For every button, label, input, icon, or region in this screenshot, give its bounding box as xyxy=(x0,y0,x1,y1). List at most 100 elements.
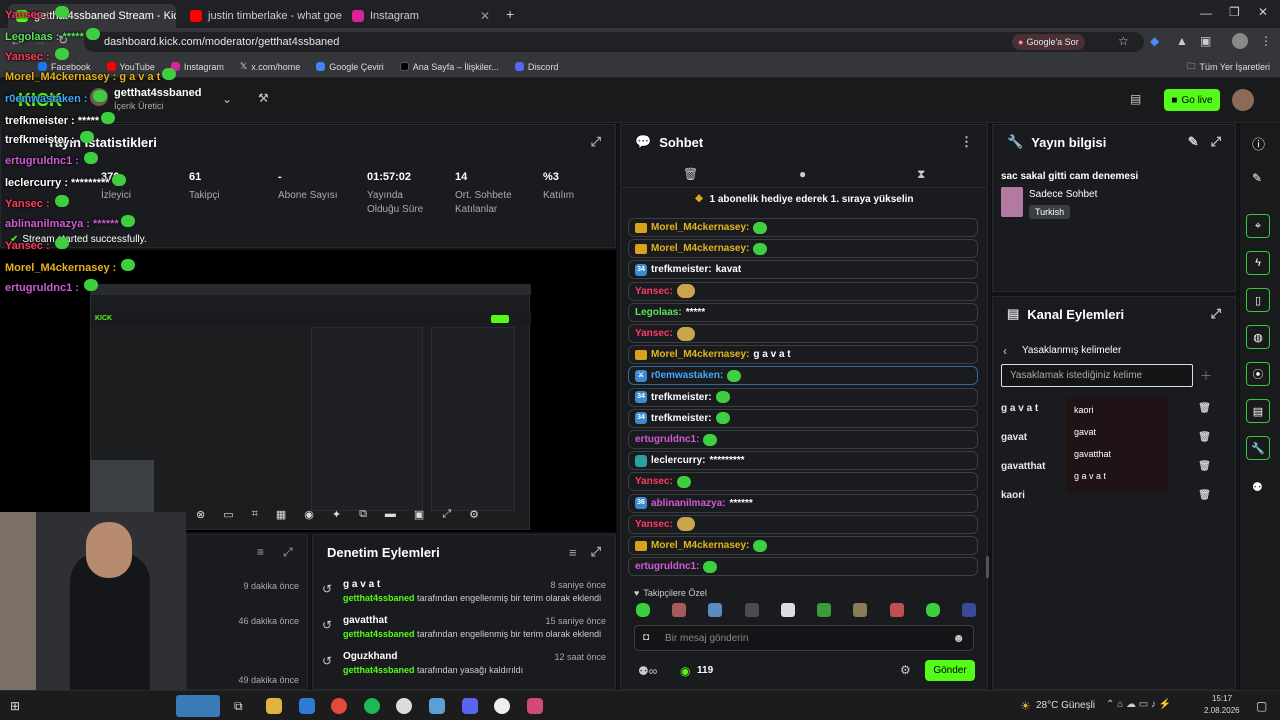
undo-icon[interactable]: ↺ xyxy=(322,654,332,668)
chat-message[interactable]: ertugruldnc1: xyxy=(628,557,978,577)
app-icon[interactable] xyxy=(527,698,543,714)
document-icon[interactable]: ▯ xyxy=(1246,288,1270,312)
weather-text[interactable]: 28°C Güneşli xyxy=(1036,700,1095,711)
mod-user[interactable]: getthat4ssbaned xyxy=(343,629,415,639)
bookmark-translate[interactable]: Google Çeviri xyxy=(316,62,384,72)
trash-icon[interactable]: 🗑 xyxy=(1198,432,1211,443)
autocomplete-item[interactable]: g a v a t xyxy=(1066,459,1168,481)
obs-icon[interactable] xyxy=(396,698,412,714)
mute-icon[interactable]: ⊗ xyxy=(196,508,205,526)
chat-username[interactable]: Morel_M4ckernasey: xyxy=(651,349,749,360)
chat-username[interactable]: Yansec: xyxy=(635,476,673,487)
chat-message[interactable]: 34 trefkmeister: kavat xyxy=(628,260,978,280)
all-bookmarks[interactable]: 🗀 Tüm Yer İşaretleri xyxy=(1186,59,1270,75)
users-icon[interactable]: ⚉∞ xyxy=(638,664,657,678)
broadcast-icon[interactable]: ⦿ xyxy=(1246,362,1270,386)
expand-icon[interactable]: ⤢ xyxy=(283,545,293,560)
wrench-icon[interactable]: 🔧 xyxy=(1246,436,1270,460)
search-widget[interactable] xyxy=(176,695,220,717)
google-ask-button[interactable]: ● Google'a Sor xyxy=(1012,34,1085,50)
stream-view-icon[interactable]: ▤ xyxy=(1130,92,1141,106)
trash-icon[interactable]: 🗑 xyxy=(1198,461,1211,472)
back-chevron-icon[interactable]: ‹ xyxy=(1003,344,1007,358)
emote-icon[interactable] xyxy=(780,603,795,617)
discord-icon[interactable] xyxy=(462,698,478,714)
emoji-icon[interactable]: ☻ xyxy=(952,631,965,645)
chat-username[interactable]: trefkmeister: xyxy=(651,413,712,424)
chat-username[interactable]: trefkmeister: xyxy=(651,264,712,275)
chat-mode-icon[interactable]: ● xyxy=(799,167,806,181)
chat-menu-icon[interactable]: ⋮ xyxy=(960,134,973,150)
banned-word-input[interactable]: Yasaklamak istediğiniz kelime xyxy=(1001,364,1193,387)
clip-tool-icon[interactable]: ⌖ xyxy=(1246,214,1270,238)
extension-icon[interactable]: ▲ xyxy=(1176,34,1188,48)
hammer-icon[interactable]: ⚒ xyxy=(258,91,269,105)
add-word-button[interactable]: ＋ xyxy=(1200,367,1212,384)
chat-message[interactable]: 36 ablinanilmazya: ****** xyxy=(628,493,978,513)
layout-icon[interactable]: ▦ xyxy=(276,508,286,526)
close-window-icon[interactable]: ✕ xyxy=(1258,5,1268,19)
extension-icon[interactable]: ◆ xyxy=(1150,34,1159,48)
bookmark-instagram[interactable]: Instagram xyxy=(170,62,224,72)
chat-message[interactable]: leclercurry: ********* xyxy=(628,451,978,471)
settings-icon[interactable]: ⚙ xyxy=(900,663,911,677)
camera-icon[interactable]: ▭ xyxy=(223,508,233,526)
url-input[interactable]: dashboard.kick.com/moderator/getthat4ssb… xyxy=(84,32,1144,52)
new-tab-button[interactable]: + xyxy=(506,6,514,22)
filter-icon[interactable]: ≡ xyxy=(569,545,577,560)
pencil-icon[interactable]: ✎ xyxy=(1252,171,1262,185)
hourglass-icon[interactable]: ⧗ xyxy=(917,167,925,182)
chat-scrollbar[interactable] xyxy=(986,556,989,578)
expand-icon[interactable]: ⤢ xyxy=(591,544,601,560)
trash-icon[interactable]: 🗑 xyxy=(1198,490,1211,501)
chat-username[interactable]: Yansec: xyxy=(635,519,673,530)
star-icon[interactable]: ☆ xyxy=(1118,34,1129,48)
app-icon[interactable] xyxy=(494,698,510,714)
chat-username[interactable]: Morel_M4ckernasey: xyxy=(651,243,749,254)
task-view-icon[interactable]: ⧉ xyxy=(234,699,243,714)
crop-icon[interactable]: ⌗ xyxy=(252,508,258,526)
tab-youtube[interactable]: justin timberlake - what goes a ✕ xyxy=(182,4,342,28)
go-live-button[interactable]: ■ Go live xyxy=(1164,89,1220,111)
mod-user[interactable]: getthat4ssbaned xyxy=(343,665,415,675)
chat-message[interactable]: ertugruldnc1: xyxy=(628,430,978,449)
chat-message[interactable]: Legolaas: ***** xyxy=(628,302,978,322)
chat-username[interactable]: Yansec: xyxy=(635,286,673,297)
chat-username[interactable]: ablinanilmazya: xyxy=(651,498,725,509)
chat-input[interactable]: ◘ Bir mesaj gönderin ☻ xyxy=(634,625,974,651)
clock-time[interactable]: 15:17 xyxy=(1212,694,1232,703)
minimize-icon[interactable]: — xyxy=(1200,6,1212,20)
tab-instagram[interactable]: Instagram ✕ xyxy=(344,4,498,28)
window-icon[interactable]: ▣ xyxy=(414,508,424,526)
chat-message[interactable]: Yansec: xyxy=(628,514,978,534)
chat-message[interactable]: Yansec: xyxy=(628,281,978,301)
expand-icon[interactable]: ⤢ xyxy=(591,134,601,150)
sparkle-icon[interactable]: ✦ xyxy=(332,508,341,526)
expand-icon[interactable]: ⤢ xyxy=(1211,306,1221,322)
notification-icon[interactable]: ▢ xyxy=(1256,699,1267,713)
chat-message[interactable]: Yansec: xyxy=(628,324,978,343)
emote-icon[interactable] xyxy=(672,603,687,617)
profile-avatar[interactable] xyxy=(1232,33,1248,49)
chat-username[interactable]: ertugruldnc1: xyxy=(635,434,699,445)
chat-username[interactable]: ertugruldnc1: xyxy=(635,561,699,572)
extensions-puzzle-icon[interactable]: ▣ xyxy=(1200,34,1211,48)
clip-icon[interactable]: ▬ xyxy=(385,508,396,526)
emote-icon[interactable] xyxy=(889,603,904,617)
chat-message[interactable]: Morel_M4ckernasey: xyxy=(628,239,978,259)
bookmark-relations[interactable]: Ana Sayfa – İlişkiler... xyxy=(399,62,499,72)
windows-start-icon[interactable]: ⊞ xyxy=(10,699,20,713)
expand-icon[interactable]: ⤢ xyxy=(1211,134,1221,150)
chat-username[interactable]: leclercurry: xyxy=(651,455,705,466)
menu-dots-icon[interactable]: ⋮ xyxy=(1260,34,1272,48)
chat-message[interactable]: ⚔ r0emwastaken: xyxy=(628,366,978,386)
user-avatar[interactable] xyxy=(1232,89,1254,111)
undo-icon[interactable]: ↺ xyxy=(322,582,332,596)
autocomplete-item[interactable]: gavat xyxy=(1066,415,1168,437)
emote-icon[interactable] xyxy=(853,603,868,617)
chat-username[interactable]: Yansec: xyxy=(635,328,673,339)
emote-icon[interactable] xyxy=(925,603,940,617)
emote-icon[interactable] xyxy=(636,603,650,617)
chat-message[interactable]: Morel_M4ckernasey: xyxy=(628,218,978,237)
chat-username[interactable]: Morel_M4ckernasey: xyxy=(651,540,749,551)
